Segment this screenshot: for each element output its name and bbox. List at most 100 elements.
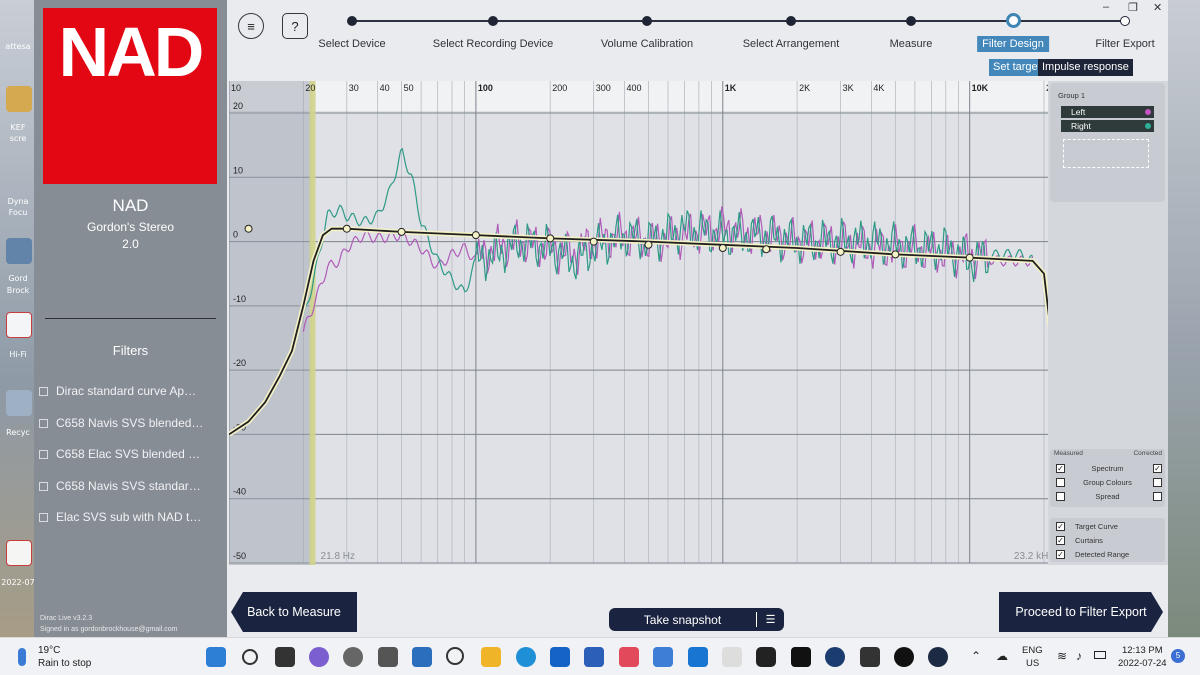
clock-time[interactable]: 12:13 PM bbox=[1122, 645, 1163, 656]
step-select-arrangement[interactable]: Select Arrangement bbox=[743, 38, 840, 50]
step-measure[interactable]: Measure bbox=[890, 38, 933, 50]
help-button[interactable]: ? bbox=[282, 13, 308, 39]
step-filter-design[interactable]: Filter Design bbox=[977, 36, 1049, 52]
dropbox-icon[interactable] bbox=[860, 647, 880, 667]
step-dot-select-recording-device[interactable] bbox=[488, 16, 498, 26]
edge-icon[interactable] bbox=[516, 647, 536, 667]
target-handle bbox=[546, 234, 555, 243]
chevron-up-icon[interactable]: ⌃ bbox=[971, 649, 981, 663]
teams-chat-icon[interactable] bbox=[309, 647, 329, 667]
sidebar-divider bbox=[45, 318, 216, 319]
frequency-response-chart[interactable]: 10203040501002003004001K2K3K4K10K20K2010… bbox=[229, 81, 1048, 565]
filter-checkbox[interactable] bbox=[39, 386, 48, 396]
roon-icon[interactable] bbox=[722, 647, 742, 667]
x-tick-label: 2K bbox=[799, 83, 810, 93]
filter-item[interactable]: Dirac standard curve Ap… bbox=[39, 381, 224, 401]
take-snapshot-button[interactable]: Take snapshot ☰ bbox=[609, 608, 784, 631]
display-options: ✓ Target Curve ✓ Curtains ✓ Detected Ran… bbox=[1050, 518, 1165, 562]
tab-set-target[interactable]: Set target bbox=[989, 59, 1045, 76]
step-select-recording-device[interactable]: Select Recording Device bbox=[433, 38, 553, 50]
app-icon[interactable] bbox=[756, 647, 776, 667]
store-icon[interactable] bbox=[412, 647, 432, 667]
word-icon[interactable] bbox=[584, 647, 604, 667]
battery-icon[interactable] bbox=[1094, 651, 1106, 659]
onedrive-icon[interactable]: ☁ bbox=[996, 649, 1008, 663]
close-button[interactable]: ✕ bbox=[1153, 1, 1162, 14]
rain-icon bbox=[18, 648, 26, 666]
spread-label: Spread bbox=[1095, 492, 1120, 501]
drop-zone[interactable] bbox=[1063, 139, 1149, 168]
channel-right[interactable]: Right bbox=[1061, 120, 1154, 132]
outlook-icon[interactable] bbox=[550, 647, 570, 667]
filter-label: C658 Navis SVS blended… bbox=[56, 416, 204, 430]
tab-impulse-response[interactable]: Impulse response bbox=[1038, 59, 1133, 76]
filter-item[interactable]: C658 Navis SVS blended… bbox=[39, 413, 224, 433]
language-bottom[interactable]: US bbox=[1026, 658, 1039, 669]
target-curve-checkbox[interactable]: ✓ bbox=[1056, 522, 1065, 531]
left-curtain-handle bbox=[309, 81, 316, 565]
back-to-measure-button[interactable]: Back to Measure bbox=[231, 592, 357, 632]
dirac-icon[interactable] bbox=[688, 647, 708, 667]
step-dot-volume-calibration[interactable] bbox=[642, 16, 652, 26]
snapshot-label: Take snapshot bbox=[643, 612, 722, 627]
spectrum-corrected-checkbox[interactable]: ✓ bbox=[1153, 464, 1162, 473]
menu-button[interactable]: ≡ bbox=[238, 13, 264, 39]
settings-gear-icon[interactable] bbox=[343, 647, 363, 667]
step-select-device[interactable]: Select Device bbox=[318, 38, 385, 50]
x-tick-label: 3K bbox=[843, 83, 854, 93]
task-view-icon[interactable] bbox=[275, 647, 295, 667]
photos-icon[interactable] bbox=[653, 647, 673, 667]
recycle-bin-icon[interactable] bbox=[6, 390, 32, 416]
step-dot-filter-export[interactable] bbox=[1120, 16, 1130, 26]
desktop-label: attesa bbox=[5, 42, 31, 51]
step-dot-select-device[interactable] bbox=[347, 16, 357, 26]
x-tick-label: 30 bbox=[349, 83, 359, 93]
dirac-live-icon[interactable] bbox=[928, 647, 948, 667]
restore-button[interactable]: ❐ bbox=[1128, 1, 1138, 14]
clock-date[interactable]: 2022-07-24 bbox=[1118, 658, 1167, 669]
step-dot-measure[interactable] bbox=[906, 16, 916, 26]
filter-checkbox[interactable] bbox=[39, 512, 48, 522]
filter-item[interactable]: Elac SVS sub with NAD t… bbox=[39, 507, 224, 527]
filter-checkbox[interactable] bbox=[39, 449, 48, 459]
detected-range-label: Detected Range bbox=[1075, 550, 1130, 559]
snapshot-list-icon[interactable]: ☰ bbox=[757, 613, 784, 626]
step-dot-filter-design[interactable] bbox=[1006, 13, 1021, 28]
group-colours-corrected-checkbox[interactable] bbox=[1153, 478, 1162, 487]
calculator-icon[interactable] bbox=[378, 647, 398, 667]
step-volume-calibration[interactable]: Volume Calibration bbox=[601, 38, 693, 50]
pdf-icon[interactable] bbox=[6, 312, 32, 338]
app-icon[interactable] bbox=[825, 647, 845, 667]
qobuz-icon[interactable] bbox=[894, 647, 914, 667]
x-tick-label: 20 bbox=[305, 83, 315, 93]
proceed-to-filter-export-button[interactable]: Proceed to Filter Export bbox=[999, 592, 1163, 632]
speaker-icon[interactable]: ♪ bbox=[1076, 649, 1082, 663]
target-handle bbox=[891, 250, 900, 259]
wifi-icon[interactable]: ≋ bbox=[1057, 649, 1067, 663]
filter-checkbox[interactable] bbox=[39, 481, 48, 491]
start-icon[interactable] bbox=[206, 647, 226, 667]
file-explorer-icon[interactable] bbox=[481, 647, 501, 667]
filter-checkbox[interactable] bbox=[39, 418, 48, 428]
image-icon[interactable] bbox=[6, 238, 32, 264]
detected-range-checkbox[interactable]: ✓ bbox=[1056, 550, 1065, 559]
hamburger-icon: ≡ bbox=[247, 18, 255, 34]
tidal-icon[interactable] bbox=[791, 647, 811, 667]
folder-icon[interactable] bbox=[6, 86, 32, 112]
pdf-icon[interactable] bbox=[6, 540, 32, 566]
desktop-label: 2022-07 bbox=[1, 578, 35, 587]
language-top[interactable]: ENG bbox=[1022, 645, 1043, 656]
curtains-checkbox[interactable]: ✓ bbox=[1056, 536, 1065, 545]
filter-label: Elac SVS sub with NAD t… bbox=[56, 510, 202, 524]
notification-badge[interactable]: 5 bbox=[1171, 649, 1185, 663]
search-icon[interactable] bbox=[242, 649, 258, 665]
channel-left[interactable]: Left bbox=[1061, 106, 1154, 118]
clock-icon[interactable] bbox=[446, 647, 464, 665]
snipping-tool-icon[interactable] bbox=[619, 647, 639, 667]
filter-item[interactable]: C658 Navis SVS standar… bbox=[39, 476, 224, 496]
step-filter-export[interactable]: Filter Export bbox=[1095, 38, 1154, 50]
step-dot-select-arrangement[interactable] bbox=[786, 16, 796, 26]
filter-item[interactable]: C658 Elac SVS blended … bbox=[39, 444, 224, 464]
spread-corrected-checkbox[interactable] bbox=[1153, 492, 1162, 501]
minimize-button[interactable]: – bbox=[1103, 1, 1109, 13]
